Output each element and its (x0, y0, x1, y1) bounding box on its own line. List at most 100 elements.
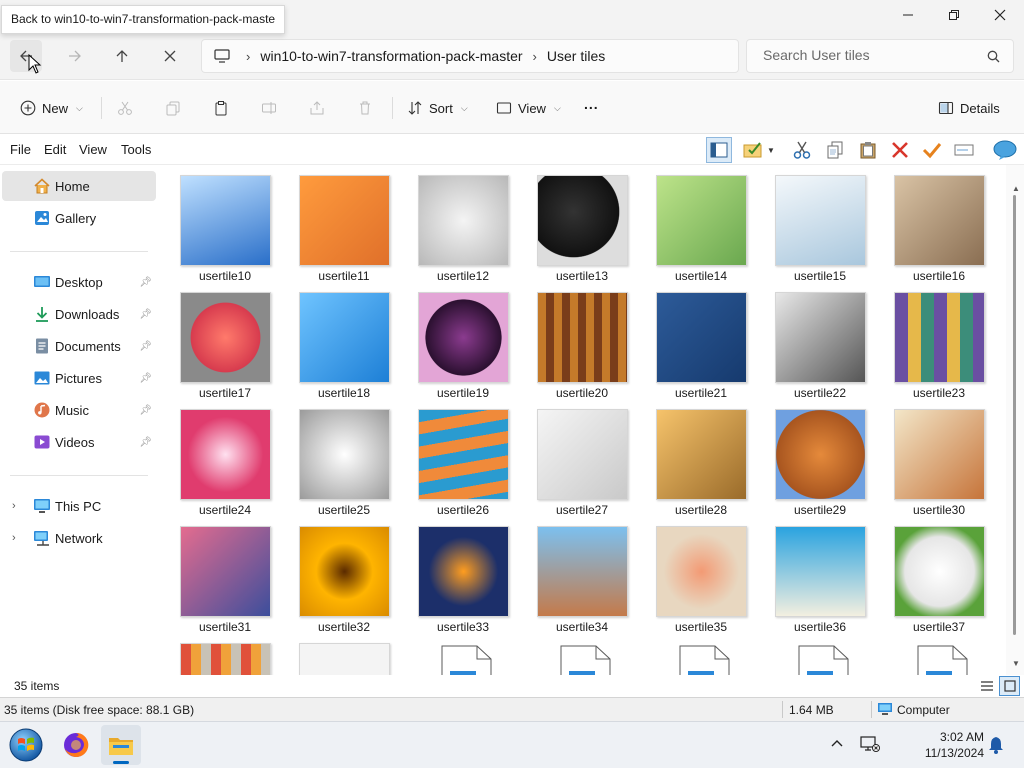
file-tile[interactable]: usertile19 (408, 282, 518, 400)
pin-icon[interactable]: 📌︎ (139, 277, 152, 288)
preview-pane-button[interactable] (706, 137, 732, 163)
see-more-button[interactable]: ... (584, 91, 599, 117)
sidebar-item-pictures[interactable]: Pictures 📌︎ (2, 363, 156, 393)
large-icons-view-button[interactable] (999, 676, 1020, 696)
file-tile[interactable]: usertile15 (765, 165, 875, 283)
search-box[interactable] (746, 39, 1014, 73)
menu-file[interactable]: File (10, 142, 31, 157)
close-window-button[interactable] (977, 0, 1023, 30)
vertical-scrollbar[interactable]: ▲ ▼ (1006, 165, 1024, 675)
file-tile[interactable]: usertile20 (527, 282, 637, 400)
paste-button[interactable] (213, 95, 229, 121)
sidebar-item-desktop[interactable]: Desktop 📌︎ (2, 267, 156, 297)
file-tile[interactable]: usertile23 (884, 282, 994, 400)
file-tile[interactable]: usertile11 (289, 165, 399, 283)
file-tile[interactable]: usertile24 (170, 399, 280, 517)
file-tile[interactable]: usertile12 (408, 165, 518, 283)
up-button[interactable] (106, 40, 138, 72)
start-button[interactable] (6, 725, 46, 765)
properties-toolbar-button[interactable] (919, 137, 945, 163)
copy-toolbar-button[interactable] (822, 137, 848, 163)
network-status-icon[interactable] (860, 735, 880, 756)
cut-toolbar-button[interactable] (789, 137, 815, 163)
cut-button[interactable] (117, 95, 133, 121)
rename-button[interactable] (261, 95, 277, 121)
file-tile[interactable]: usertile18 (289, 282, 399, 400)
monitor-icon[interactable] (214, 49, 230, 63)
file-tile[interactable]: usertile36 (765, 516, 875, 634)
scrollbar-thumb[interactable] (1013, 195, 1016, 635)
details-view-button[interactable] (977, 676, 997, 696)
chevron-right-icon[interactable]: › (244, 49, 252, 64)
file-tile[interactable] (527, 633, 637, 675)
pin-icon[interactable]: 📌︎ (139, 405, 152, 416)
breadcrumb[interactable]: › win10-to-win7-transformation-pack-mast… (201, 39, 739, 73)
firefox-taskbar-button[interactable] (56, 725, 96, 765)
rename-toolbar-button[interactable] (951, 137, 977, 163)
sidebar-item-gallery[interactable]: Gallery (2, 203, 156, 233)
menu-tools[interactable]: Tools (121, 142, 151, 157)
file-tile[interactable]: usertile30 (884, 399, 994, 517)
pin-icon[interactable]: 📌︎ (139, 373, 152, 384)
file-tile[interactable]: usertile35 (646, 516, 756, 634)
search-icon[interactable] (987, 50, 1000, 63)
pin-icon[interactable]: 📌︎ (139, 309, 152, 320)
sidebar-item-this-pc[interactable]: › This PC (2, 491, 156, 521)
delete-button[interactable] (357, 95, 373, 121)
chevron-right-icon[interactable]: › (12, 532, 16, 544)
breadcrumb-segment-user-tiles[interactable]: User tiles (539, 48, 613, 64)
file-tile[interactable]: usertile37 (884, 516, 994, 634)
share-button[interactable] (309, 95, 325, 121)
file-tile[interactable]: usertile17 (170, 282, 280, 400)
file-tile[interactable]: usertile16 (884, 165, 994, 283)
restore-button[interactable] (931, 0, 977, 30)
breadcrumb-segment-pack[interactable]: win10-to-win7-transformation-pack-master (252, 48, 530, 64)
sidebar-item-music[interactable]: Music 📌︎ (2, 395, 156, 425)
file-explorer-taskbar-button[interactable] (101, 725, 141, 765)
file-tile[interactable]: usertile26 (408, 399, 518, 517)
file-tile[interactable] (765, 633, 875, 675)
chevron-right-icon[interactable]: › (531, 49, 539, 64)
menu-edit[interactable]: Edit (44, 142, 66, 157)
forward-button[interactable] (59, 40, 91, 72)
details-button[interactable]: Details (938, 95, 1000, 121)
file-tile[interactable]: usertile31 (170, 516, 280, 634)
file-tile[interactable]: usertile22 (765, 282, 875, 400)
paste-toolbar-button[interactable] (855, 137, 881, 163)
file-tile[interactable]: usertile21 (646, 282, 756, 400)
search-input[interactable] (763, 47, 973, 63)
sidebar-item-documents[interactable]: Documents 📌︎ (2, 331, 156, 361)
file-tile[interactable] (408, 633, 518, 675)
scroll-up-arrow-icon[interactable]: ▲ (1012, 184, 1020, 193)
file-tile[interactable]: usertile34 (527, 516, 637, 634)
file-tile[interactable]: usertile32 (289, 516, 399, 634)
file-tile[interactable]: usertile13 (527, 165, 637, 283)
file-tile[interactable]: usertile25 (289, 399, 399, 517)
view-button[interactable]: View ⌵ (496, 95, 561, 121)
copy-button[interactable] (165, 95, 181, 121)
file-tile[interactable]: usertile29 (765, 399, 875, 517)
chevron-up-icon[interactable] (830, 736, 844, 751)
sidebar-item-home[interactable]: Home (2, 171, 156, 201)
file-tile[interactable] (646, 633, 756, 675)
sort-button[interactable]: Sort ⌵ (407, 95, 468, 121)
sidebar-item-videos[interactable]: Videos 📌︎ (2, 427, 156, 457)
file-tile[interactable] (289, 633, 399, 675)
system-clock[interactable]: 3:02 AM 11/13/2024 (890, 729, 984, 761)
help-toolbar-button[interactable] (990, 137, 1020, 163)
file-tile[interactable] (884, 633, 994, 675)
properties-dropdown-button[interactable]: ▼ (741, 137, 777, 163)
file-tile[interactable]: usertile27 (527, 399, 637, 517)
scroll-down-arrow-icon[interactable]: ▼ (1012, 659, 1020, 668)
file-tile[interactable]: usertile28 (646, 399, 756, 517)
file-tile[interactable] (170, 633, 280, 675)
stop-button[interactable] (154, 40, 186, 72)
minimize-button[interactable] (885, 0, 931, 30)
menu-view[interactable]: View (79, 142, 107, 157)
sidebar-item-downloads[interactable]: Downloads 📌︎ (2, 299, 156, 329)
file-tile[interactable]: usertile33 (408, 516, 518, 634)
file-tile[interactable]: usertile10 (170, 165, 280, 283)
chevron-right-icon[interactable]: › (12, 500, 16, 512)
new-button[interactable]: New ⌵ (20, 95, 83, 121)
notification-bell-icon[interactable] (988, 736, 1004, 757)
